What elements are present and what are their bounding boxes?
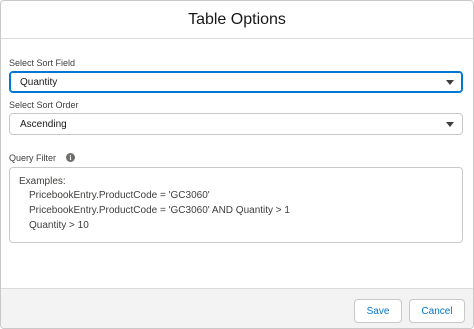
placeholder-line: Examples: bbox=[19, 176, 66, 187]
modal-footer: Save Cancel bbox=[1, 288, 473, 328]
info-icon[interactable]: i bbox=[66, 153, 75, 162]
sort-order-value: Ascending bbox=[20, 118, 67, 130]
placeholder-line: PricebookEntry.ProductCode = 'GC3060' bbox=[29, 190, 210, 201]
sort-order-label: Select Sort Order bbox=[9, 100, 79, 110]
sort-field-label: Select Sort Field bbox=[9, 58, 76, 68]
sort-field-select[interactable]: Quantity bbox=[9, 71, 463, 93]
modal-body: Select Sort Field Quantity Select Sort O… bbox=[1, 39, 473, 288]
cancel-button[interactable]: Cancel bbox=[409, 299, 465, 323]
modal-header: Table Options bbox=[1, 1, 473, 39]
table-options-modal: Table Options Select Sort Field Quantity… bbox=[0, 0, 474, 329]
placeholder-line: Quantity > 10 bbox=[29, 220, 89, 231]
query-filter-label: Query Filter bbox=[9, 153, 57, 163]
query-filter-textarea[interactable]: Examples: PricebookEntry.ProductCode = '… bbox=[9, 167, 463, 243]
sort-field-value: Quantity bbox=[20, 76, 58, 88]
save-button[interactable]: Save bbox=[354, 299, 402, 323]
modal-title: Table Options bbox=[188, 10, 286, 28]
placeholder-line: PricebookEntry.ProductCode = 'GC3060' AN… bbox=[29, 205, 290, 216]
chevron-down-icon bbox=[446, 122, 454, 127]
chevron-down-icon bbox=[446, 80, 454, 85]
sort-order-select[interactable]: Ascending bbox=[9, 113, 463, 135]
